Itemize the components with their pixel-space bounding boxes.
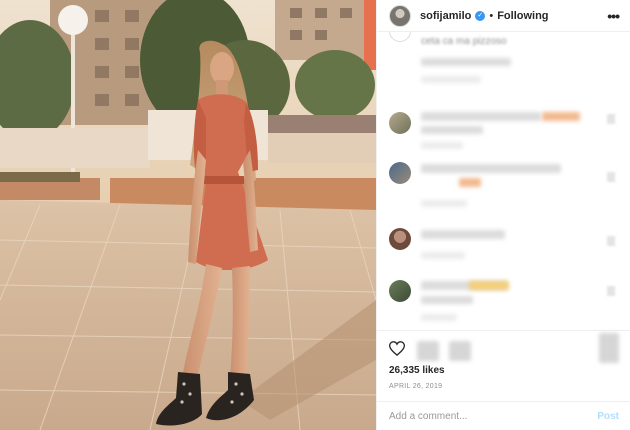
comment-meta-blur [421, 314, 457, 321]
comment-text-blur [421, 296, 473, 304]
comment-like-icon[interactable] [607, 172, 615, 182]
username-link[interactable]: sofijamilo [420, 10, 471, 22]
comment-input[interactable] [389, 411, 598, 422]
like-heart-icon[interactable] [389, 341, 405, 356]
separator-dot: • [489, 9, 494, 22]
avatar[interactable] [389, 4, 411, 27]
photo-scene [0, 0, 376, 430]
post-actions: 26,335 likes APRIL 26, 2019 Post [377, 330, 630, 430]
save-icon-blur[interactable] [599, 333, 619, 363]
share-icon-blur[interactable] [449, 341, 471, 361]
comment-avatar[interactable] [389, 112, 411, 134]
comments-list[interactable]: ceta ca ma pizzoso [377, 32, 630, 330]
comment-like-icon[interactable] [607, 114, 615, 124]
comment-like-icon[interactable] [607, 286, 615, 296]
comment-emoji-blur [469, 281, 509, 290]
caption-text: ceta ca ma pizzoso [421, 36, 507, 47]
comment-like-icon[interactable] [607, 236, 615, 246]
post-header: sofijamilo ✓ • Following ••• [377, 0, 630, 32]
comment-meta-blur [421, 200, 467, 207]
post-sidebar: sofijamilo ✓ • Following ••• ceta ca ma … [376, 0, 630, 430]
comment-emoji-blur [459, 178, 481, 187]
caption-avatar[interactable] [389, 32, 411, 42]
likes-count[interactable]: 26,335 likes [389, 365, 445, 376]
verified-badge-icon: ✓ [475, 10, 486, 21]
more-options-icon[interactable]: ••• [607, 8, 620, 24]
post-button[interactable]: Post [597, 411, 619, 422]
add-comment-bar: Post [377, 401, 630, 430]
post-date[interactable]: APRIL 26, 2019 [389, 383, 442, 390]
caption-line-blur [421, 76, 481, 83]
comment-avatar[interactable] [389, 280, 411, 302]
comment-avatar[interactable] [389, 162, 411, 184]
comment-avatar[interactable] [389, 228, 411, 250]
comment-text-blur [421, 164, 561, 173]
post-photo[interactable] [0, 0, 376, 430]
following-button[interactable]: Following [497, 10, 548, 22]
comment-text-blur [421, 126, 483, 134]
comment-meta-blur [421, 142, 463, 149]
comment-emoji-blur [542, 112, 580, 121]
comment-text-blur [421, 112, 541, 121]
comment-icon-blur[interactable] [417, 341, 439, 361]
comment-meta-blur [421, 252, 465, 259]
comment-text-blur [421, 230, 505, 239]
caption-line-blur [421, 58, 511, 66]
